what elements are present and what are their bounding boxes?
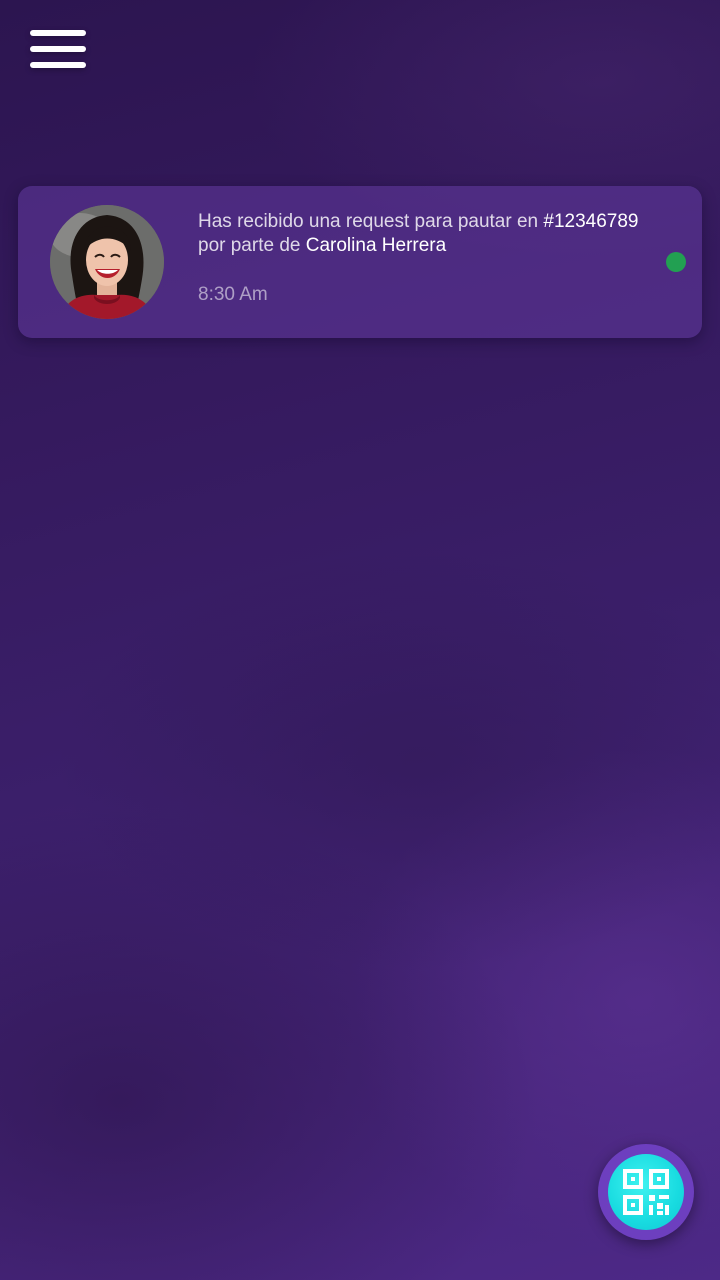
hamburger-menu-icon	[30, 30, 86, 36]
request-id: #12346789	[543, 211, 639, 232]
avatar-photo-icon	[50, 205, 164, 319]
unread-indicator	[666, 252, 686, 272]
hamburger-menu-button[interactable]	[30, 28, 86, 72]
user-avatar[interactable]	[50, 205, 164, 319]
hamburger-menu-icon-bar	[30, 46, 86, 52]
qr-code-icon	[623, 1169, 669, 1215]
notification-time: 8:30 Am	[198, 284, 268, 305]
hamburger-menu-icon-bar	[30, 62, 86, 68]
qr-scan-button[interactable]	[598, 1144, 694, 1240]
notification-message-middle: por parte de	[198, 235, 306, 256]
notification-card[interactable]: Has recibido una request para pautar en …	[18, 186, 702, 338]
notification-message: Has recibido una request para pautar en …	[198, 210, 668, 258]
sender-name: Carolina Herrera	[305, 235, 447, 256]
notification-message-prefix: Has recibido una request para pautar en	[198, 211, 544, 232]
